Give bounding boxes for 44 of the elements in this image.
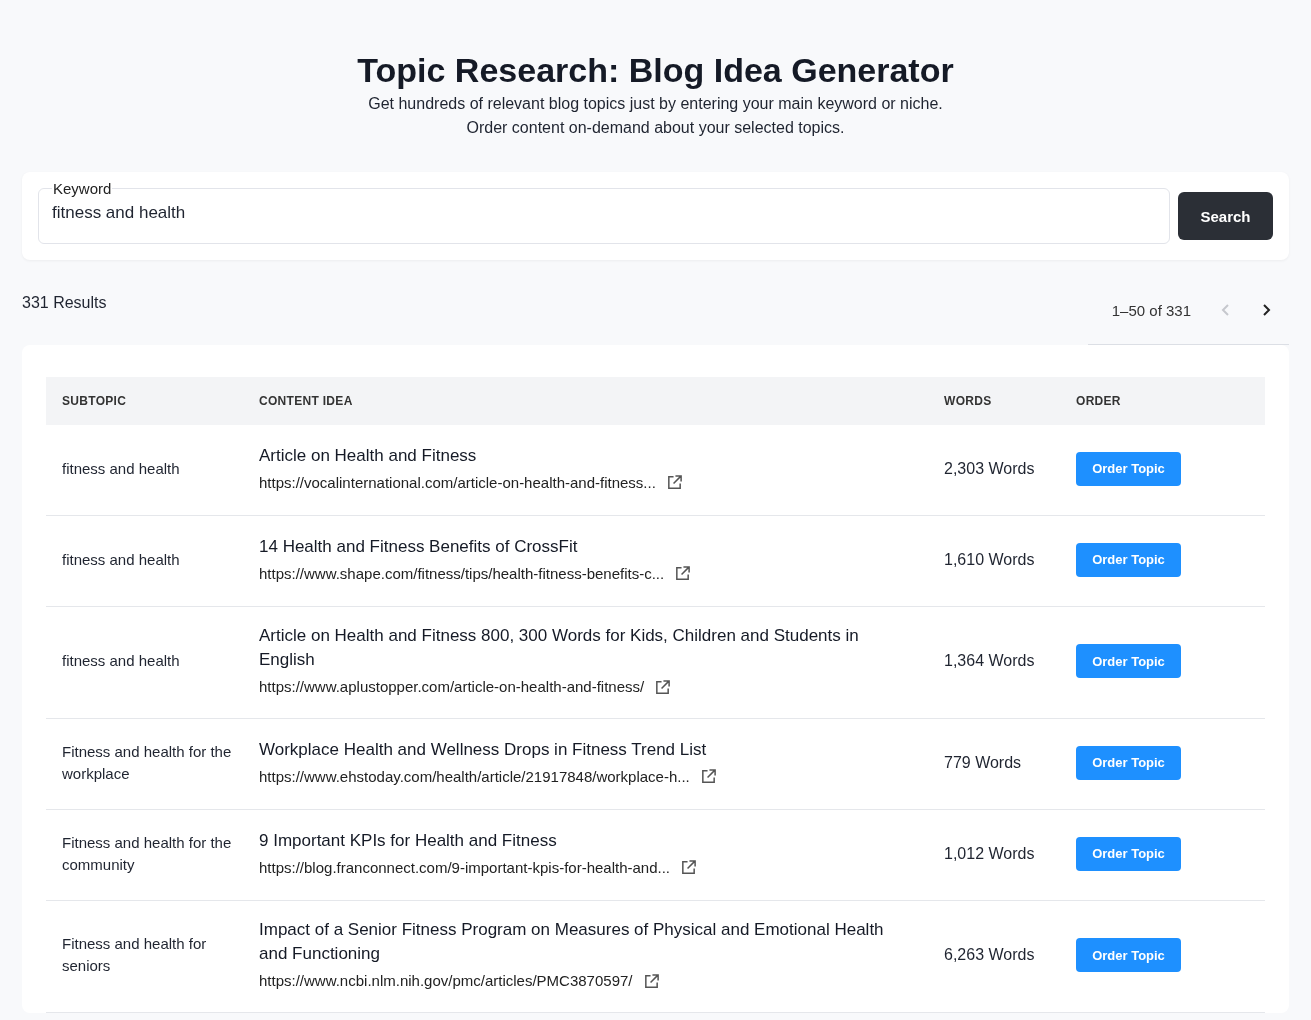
subtopic-cell-text: Fitness and health for the workplace — [61, 741, 233, 784]
subtopic-cell-text: Fitness and health for seniors — [61, 934, 208, 976]
source-url[interactable]: https://vocalinternational.com/article-on-health-and-fitness... — [259, 471, 656, 494]
page-subtitle: Get hundreds of relevant blog topics just by entering your main keyword or niche. — [367, 94, 944, 114]
keyword-input[interactable]: fitness and health — [52, 203, 1156, 223]
source-url[interactable]: https://www.ncbi.nlm.nih.gov/pmc/articles/PMC3870597/ — [259, 970, 633, 992]
word-count: 2,303 Words — [944, 459, 1036, 478]
word-count: 1,012 Words — [944, 844, 1036, 863]
subtopic-cell-text: fitness and health — [61, 549, 181, 570]
source-url[interactable]: https://www.aplustopper.com/article-on-health-and-fitness/ — [259, 676, 645, 698]
external-link-icon[interactable] — [654, 678, 672, 696]
topic-title: Workplace Health and Wellness Drops in Fitness Trend List — [259, 738, 708, 761]
word-count: 6,263 Words — [944, 946, 1036, 964]
topic-title: 14 Health and Fitness Benefits of CrossFit — [259, 535, 579, 558]
word-count: 1,610 Words — [944, 550, 1036, 569]
source-url[interactable]: https://www.shape.com/fitness/tips/health-fitness-benefits-c... — [259, 562, 665, 585]
topic-title: Impact of a Senior Fitness Program on Measures of Physical and Emotional Health and Functioning — [259, 919, 885, 965]
word-count: 1,364 Words — [944, 652, 1036, 670]
next-page-icon[interactable] — [1261, 303, 1271, 317]
topic-title: 9 Important KPIs for Health and Fitness — [259, 829, 558, 852]
external-link-icon[interactable] — [665, 474, 683, 491]
column-header: SUBTOPIC — [61, 394, 128, 408]
external-link-icon[interactable] — [680, 859, 698, 876]
keyword-field[interactable]: Keyword fitness and health — [38, 180, 1170, 244]
topic-title: Article on Health and Fitness — [259, 444, 478, 467]
word-count: 779 Words — [944, 753, 1023, 772]
field-label: Keyword — [52, 180, 113, 197]
column-header: ORDER — [1076, 394, 1122, 408]
page-range: 1–50 of 331 — [1111, 301, 1191, 319]
results-count: 331 Results — [22, 293, 107, 312]
external-link-icon[interactable] — [674, 565, 692, 582]
subtopic-cell-text: Fitness and health for the community — [61, 832, 233, 875]
page-subtitle: Order content on-demand about your selected topics. — [465, 118, 846, 138]
source-url[interactable]: https://www.ehstoday.com/health/article/21917848/workplace-h... — [259, 765, 690, 788]
subtopic-cell-text: fitness and health — [61, 458, 181, 479]
topic-title: Article on Health and Fitness 800, 300 Words for Kids, Children and Students in English — [259, 625, 860, 671]
column-header: WORDS — [944, 394, 993, 408]
search-button[interactable]: Search — [1178, 192, 1273, 240]
page-title: Topic Research: Blog Idea Generator — [356, 50, 955, 90]
external-link-icon[interactable] — [642, 972, 660, 990]
column-header: CONTENT IDEA — [259, 394, 354, 408]
subtopic-cell-text: fitness and health — [61, 651, 181, 671]
source-url[interactable]: https://blog.franconnect.com/9-important-kpis-for-health-and... — [259, 856, 671, 879]
external-link-icon[interactable] — [699, 768, 717, 785]
